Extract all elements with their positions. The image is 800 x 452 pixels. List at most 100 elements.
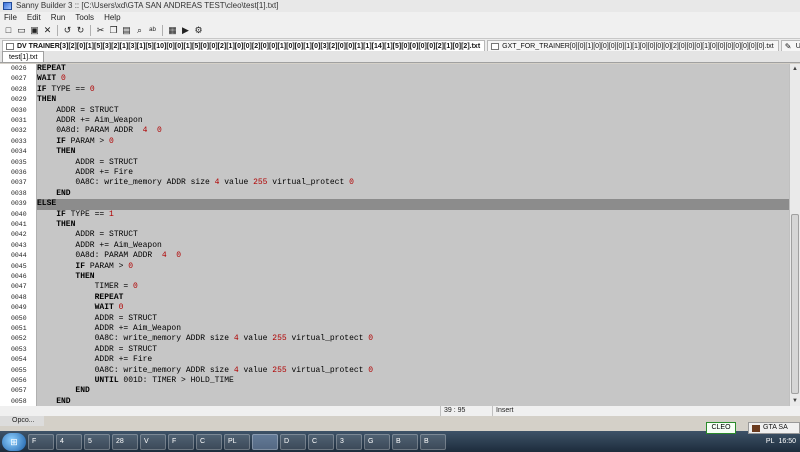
code-editor[interactable]: 0026 0027 0028 0029 0030 0031 0032 0033 0034 0035…	[0, 64, 789, 406]
run-icon[interactable]: ▶	[180, 25, 191, 36]
cut-icon[interactable]: ✂	[95, 25, 106, 36]
keyword-token: IF	[37, 209, 71, 219]
code-line[interactable]: THEN	[37, 272, 789, 282]
code-area[interactable]: REPEAT WAIT 0 IF TYPE == 0 THEN ADDR = STRU…	[37, 64, 789, 406]
line-number: 0035	[11, 158, 27, 166]
compile-icon[interactable]: ▦	[167, 25, 178, 36]
code-line[interactable]: ADDR = STRUCT	[37, 230, 789, 240]
code-line[interactable]: UNTIL 001D: TIMER > HOLD_TIME	[37, 376, 789, 386]
file-tab[interactable]: test[1].txt	[2, 51, 45, 62]
code-line[interactable]: END	[37, 386, 789, 396]
taskbar-item[interactable]: B	[420, 433, 446, 450]
code-line[interactable]: REPEAT	[37, 293, 789, 303]
scroll-down-icon[interactable]: ▼	[790, 396, 800, 406]
code-line[interactable]: IF TYPE == 1	[37, 210, 789, 220]
open-icon[interactable]: ▭	[16, 25, 27, 36]
scroll-up-icon[interactable]: ▲	[790, 64, 800, 74]
code-line[interactable]: ADDR = STRUCT	[37, 345, 789, 355]
code-line[interactable]: ADDR += Aim_Weapon	[37, 324, 789, 334]
code-line[interactable]: 0A8C: write_memory ADDR size 4 value 255…	[37, 178, 789, 188]
settings-icon[interactable]: ⚙	[193, 25, 204, 36]
code-line[interactable]: THEN	[37, 147, 789, 157]
save-icon[interactable]: ▣	[29, 25, 40, 36]
paste-icon[interactable]: ▤	[121, 25, 132, 36]
keyword-token: THEN	[37, 147, 76, 157]
line-number: 0032	[11, 127, 27, 135]
language-indicator[interactable]: PL	[766, 438, 775, 445]
number-token: 1	[109, 209, 114, 219]
code-token: ADDR += Fire	[37, 168, 134, 177]
code-line[interactable]: ADDR += Aim_Weapon	[37, 241, 789, 251]
copy-icon[interactable]: ❐	[108, 25, 119, 36]
close-icon[interactable]: ✕	[42, 25, 53, 36]
new-icon[interactable]: □	[3, 25, 14, 36]
taskbar-item[interactable]: 5	[84, 433, 110, 450]
code-line[interactable]: ADDR = STRUCT	[37, 106, 789, 116]
number-token: 255	[253, 178, 268, 188]
taskbar-item[interactable]: C	[308, 433, 334, 450]
code-line[interactable]: WAIT 0	[37, 303, 789, 313]
code-line[interactable]: 0A8C: write_memory ADDR size 4 value 255…	[37, 366, 789, 376]
taskbar-item[interactable]: C	[196, 433, 222, 450]
menu-item-help[interactable]: Help	[104, 12, 120, 23]
cleo-indicator[interactable]: CLEO	[706, 422, 736, 434]
scroll-thumb[interactable]	[791, 214, 799, 394]
line-number: 0054	[11, 356, 27, 364]
code-line[interactable]: ADDR = STRUCT	[37, 314, 789, 324]
taskbar-item[interactable]: V	[140, 433, 166, 450]
taskbar-item[interactable]: F	[168, 433, 194, 450]
taskbar-item[interactable]: F	[28, 433, 54, 450]
code-line[interactable]: ADDR += Aim_Weapon	[37, 116, 789, 126]
start-button[interactable]: ⊞	[2, 432, 26, 451]
code-line[interactable]: IF TYPE == 0	[37, 85, 789, 95]
code-line[interactable]: REPEAT	[37, 64, 789, 74]
document-tabs: DV TRAINER[3][2][0][1][5][3][2][1][3][1]…	[0, 39, 800, 51]
taskbar-item[interactable]: PL	[224, 433, 250, 450]
code-line-current[interactable]: ELSE	[37, 199, 789, 210]
menu-item-run[interactable]: Run	[51, 12, 66, 23]
replace-icon[interactable]: ᵃᵇ	[147, 25, 158, 36]
code-line[interactable]: THEN	[37, 220, 789, 230]
vertical-scrollbar[interactable]: ▲ ▼	[789, 64, 800, 406]
status-bar: 39 : 95 Insert	[0, 406, 800, 416]
clock[interactable]: 16:50	[778, 438, 796, 445]
find-icon[interactable]: ⌕	[134, 25, 145, 36]
code-line[interactable]: TIMER = 0	[37, 282, 789, 292]
code-line[interactable]: IF PARAM > 0	[37, 137, 789, 147]
document-tab[interactable]: ✎Untitled16	[780, 40, 800, 51]
code-line[interactable]: IF PARAM > 0	[37, 262, 789, 272]
line-number: 0040	[11, 210, 27, 218]
code-token: PARAM >	[70, 136, 110, 146]
code-line[interactable]: 0A8d: PARAM ADDR 4 0	[37, 126, 789, 136]
document-icon	[491, 43, 500, 50]
opcode-panel-tab[interactable]: Opco...	[0, 416, 44, 426]
taskbar-item[interactable]: B	[392, 433, 418, 450]
menu-item-tools[interactable]: Tools	[75, 12, 94, 23]
menu-item-file[interactable]: File	[4, 12, 17, 23]
code-line[interactable]: END	[37, 189, 789, 199]
redo-icon[interactable]: ↻	[75, 25, 86, 36]
code-line[interactable]: END	[37, 397, 789, 406]
menu-item-edit[interactable]: Edit	[27, 12, 41, 23]
code-line[interactable]: WAIT 0	[37, 74, 789, 84]
document-tab[interactable]: DV TRAINER[3][2][0][1][5][3][2][1][3][1]…	[2, 40, 486, 51]
taskbar-item[interactable]: 4	[56, 433, 82, 450]
taskbar-item[interactable]: G	[364, 433, 390, 450]
code-token: TYPE ==	[70, 209, 110, 219]
toolbar-separator	[162, 25, 163, 36]
code-line[interactable]: 0A8d: PARAM ADDR 4 0	[37, 251, 789, 261]
code-line[interactable]: ADDR += Fire	[37, 355, 789, 365]
gta-sa-tab[interactable]: GTA SA	[748, 422, 800, 434]
code-line[interactable]: 0A8C: write_memory ADDR size 4 value 255…	[37, 334, 789, 344]
code-line[interactable]: ADDR = STRUCT	[37, 158, 789, 168]
undo-icon[interactable]: ↺	[62, 25, 73, 36]
code-token: ADDR = STRUCT	[37, 344, 158, 354]
taskbar-item[interactable]: 28	[112, 433, 138, 450]
taskbar-item[interactable]	[252, 433, 278, 450]
document-icon	[6, 43, 14, 50]
document-tab[interactable]: GXT_FOR_TRAINER[0][0][1][0][0][0][0][1][…	[487, 40, 779, 51]
code-line[interactable]: THEN	[37, 95, 789, 105]
taskbar-item[interactable]: D	[280, 433, 306, 450]
code-line[interactable]: ADDR += Fire	[37, 168, 789, 178]
taskbar-item[interactable]: 3	[336, 433, 362, 450]
